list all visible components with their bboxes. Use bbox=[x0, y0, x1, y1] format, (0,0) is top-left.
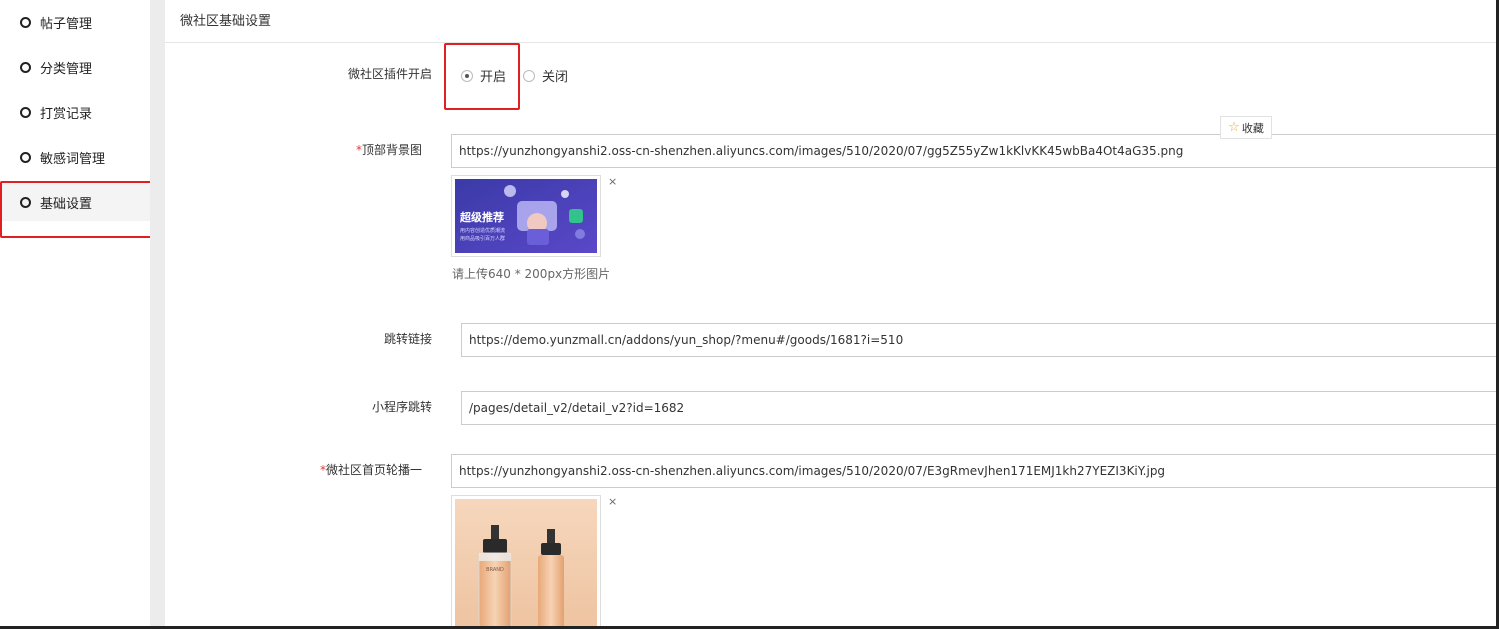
circle-icon bbox=[20, 61, 31, 73]
top-bg-preview-image: 超级推荐 用内容创造优质潮流 用商品吸引百万人群 bbox=[455, 179, 597, 253]
top-bg-url-input[interactable]: https://yunzhongyanshi2.oss-cn-shenzhen.… bbox=[451, 134, 1496, 168]
circle-icon bbox=[20, 16, 31, 28]
top-bg-hint: 请上传640 * 200px方形图片 bbox=[452, 267, 611, 281]
radio-off[interactable]: 关闭 bbox=[523, 66, 568, 85]
main-panel: 微社区基础设置 微社区插件开启 开启 关闭 *顶部背景图 https://yun… bbox=[165, 0, 1496, 626]
carousel1-preview: BRAND bbox=[451, 495, 601, 626]
jump-link-input[interactable]: https://demo.yunzmall.cn/addons/yun_shop… bbox=[461, 323, 1496, 357]
app-frame: 帖子管理 分类管理 打赏记录 敏感词管理 基础设置 微社区基础设置 微社区插件开… bbox=[0, 0, 1499, 629]
radio-on[interactable]: 开启 bbox=[461, 66, 506, 85]
circle-icon bbox=[20, 151, 31, 163]
mini-jump-label: 小程序跳转 bbox=[371, 400, 432, 414]
sidebar-item-label: 基础设置 bbox=[40, 196, 93, 212]
radio-unchecked-icon bbox=[523, 69, 535, 82]
sidebar-item-label: 分类管理 bbox=[40, 61, 93, 77]
radio-off-label: 关闭 bbox=[542, 70, 569, 85]
gutter bbox=[150, 0, 165, 626]
sidebar: 帖子管理 分类管理 打赏记录 敏感词管理 基础设置 bbox=[0, 0, 150, 626]
sidebar-item-categories[interactable]: 分类管理 bbox=[0, 48, 150, 86]
carousel1-url-input[interactable]: https://yunzhongyanshi2.oss-cn-shenzhen.… bbox=[451, 454, 1496, 488]
radio-on-label: 开启 bbox=[480, 70, 507, 85]
sidebar-item-label: 打赏记录 bbox=[40, 106, 93, 122]
favorite-button[interactable]: ☆ 收藏 bbox=[1220, 116, 1272, 139]
sidebar-item-rewards[interactable]: 打赏记录 bbox=[0, 93, 150, 131]
jump-link-label: 跳转链接 bbox=[383, 332, 432, 346]
plugin-toggle-label: 微社区插件开启 bbox=[347, 67, 432, 81]
star-icon: ☆ bbox=[1228, 120, 1240, 135]
remove-top-bg-icon[interactable]: × bbox=[608, 175, 617, 188]
top-bg-label: *顶部背景图 bbox=[315, 141, 422, 158]
sidebar-item-basic-settings[interactable]: 基础设置 bbox=[0, 183, 150, 221]
preview-brand: BRAND bbox=[486, 567, 504, 573]
radio-checked-icon bbox=[461, 69, 473, 82]
mini-jump-input[interactable]: /pages/detail_v2/detail_v2?id=1682 bbox=[461, 391, 1496, 425]
carousel1-label: *微社区首页轮播一 bbox=[295, 461, 422, 478]
sidebar-item-label: 敏感词管理 bbox=[40, 151, 106, 167]
top-bg-label-text: 顶部背景图 bbox=[361, 143, 422, 157]
preview-headline: 超级推荐 bbox=[459, 210, 504, 224]
preview-line-2: 用商品吸引百万人群 bbox=[460, 235, 505, 242]
circle-icon bbox=[20, 196, 31, 208]
carousel1-label-text: 微社区首页轮播一 bbox=[325, 463, 422, 477]
page-title: 微社区基础设置 bbox=[165, 0, 1496, 43]
favorite-label: 收藏 bbox=[1241, 121, 1264, 135]
carousel1-preview-image: BRAND bbox=[455, 499, 597, 626]
remove-carousel1-icon[interactable]: × bbox=[608, 495, 617, 508]
circle-icon bbox=[20, 106, 31, 118]
sidebar-item-sensitive-words[interactable]: 敏感词管理 bbox=[0, 138, 150, 176]
sidebar-item-posts[interactable]: 帖子管理 bbox=[0, 3, 150, 41]
preview-line-1: 用内容创造优质潮流 bbox=[460, 227, 505, 234]
top-bg-preview: 超级推荐 用内容创造优质潮流 用商品吸引百万人群 bbox=[451, 175, 601, 257]
sidebar-item-label: 帖子管理 bbox=[40, 16, 93, 32]
